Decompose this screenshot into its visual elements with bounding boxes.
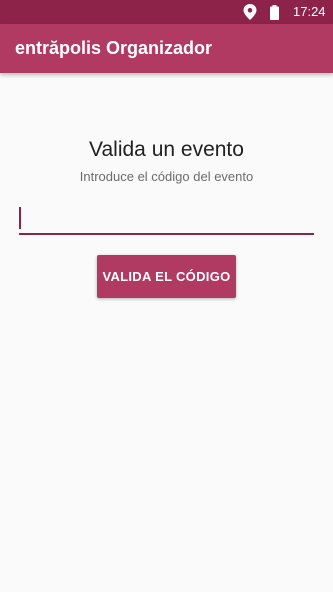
battery-icon <box>270 5 279 20</box>
event-code-input[interactable] <box>19 205 314 235</box>
page-title: Valida un evento <box>89 138 244 161</box>
status-bar: 17:24 <box>0 0 333 24</box>
validate-code-button[interactable]: VALIDA EL CÓDIGO <box>97 255 236 298</box>
page-subtitle: Introduce el código del evento <box>79 169 254 184</box>
app-title: entrăpolis Organizador <box>15 38 213 58</box>
location-icon <box>243 4 257 20</box>
app-bar: entrăpolis Organizador <box>0 24 333 73</box>
status-time: 17:24 <box>293 4 326 19</box>
text-cursor <box>19 207 21 229</box>
